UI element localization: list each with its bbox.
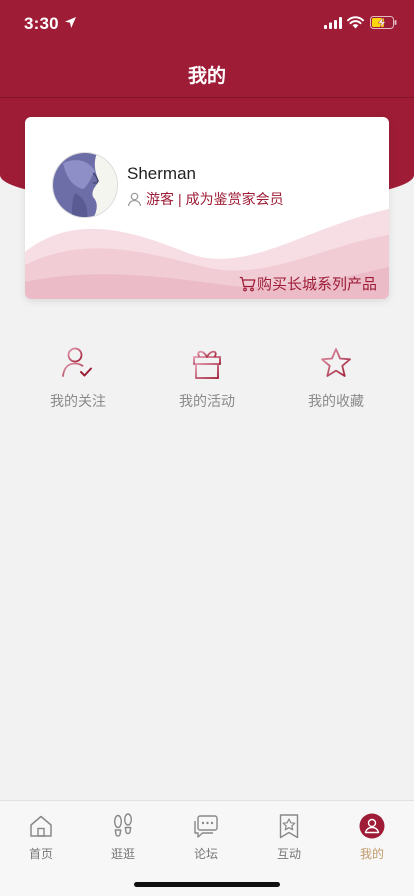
chat-icon	[194, 815, 218, 838]
profile-icon	[359, 813, 385, 839]
tab-mine-label: 我的	[359, 847, 384, 861]
tab-home[interactable]: 首页	[11, 813, 71, 862]
gift-icon	[193, 350, 221, 379]
my-activities-label: 我的活动	[179, 393, 235, 409]
buy-products-link[interactable]: 购买长城系列产品	[239, 273, 377, 294]
my-activities-button[interactable]: 我的活动	[152, 345, 262, 411]
user-role-label: 游客	[146, 191, 174, 207]
tab-browse-label: 逛逛	[110, 847, 135, 861]
username: Sherman	[127, 164, 196, 183]
avatar[interactable]	[52, 152, 118, 218]
my-follows-button[interactable]: 我的关注	[23, 345, 133, 411]
user-outline-icon	[127, 192, 142, 206]
home-indicator[interactable]	[134, 882, 280, 887]
star-icon	[321, 348, 351, 377]
tab-mine[interactable]: 我的	[342, 813, 402, 862]
my-favorites-label: 我的收藏	[308, 393, 364, 409]
tab-forum-label: 论坛	[193, 847, 218, 861]
page-title: 我的	[187, 66, 226, 87]
status-bar: 3:30	[0, 0, 414, 50]
tab-interact-label: 互动	[276, 847, 301, 861]
user-check-icon	[62, 347, 92, 377]
home-icon	[30, 815, 52, 837]
tab-home-label: 首页	[28, 847, 53, 861]
become-member-link[interactable]: 成为鉴赏家会员	[186, 189, 284, 209]
my-favorites-button[interactable]: 我的收藏	[281, 345, 391, 411]
my-follows-label: 我的关注	[50, 393, 106, 409]
bookmark-star-icon	[279, 814, 299, 839]
tab-forum[interactable]: 论坛	[176, 813, 236, 862]
tab-interact[interactable]: 互动	[259, 813, 319, 862]
battery-charging-icon	[370, 16, 397, 29]
buy-products-label: 购买长城系列产品	[256, 276, 377, 293]
wifi-icon	[347, 16, 364, 29]
header-divider	[0, 97, 414, 98]
cellular-signal-icon	[324, 17, 342, 29]
membership-row: 游客 | 成为鉴赏家会员	[127, 189, 284, 209]
shopping-cart-icon	[239, 276, 256, 291]
status-time: 3:30	[24, 14, 59, 33]
tab-browse[interactable]: 逛逛	[93, 813, 153, 862]
footprints-icon	[113, 813, 132, 837]
profile-card: Sherman 游客 | 成为鉴赏家会员 购买长城系列产品	[25, 117, 389, 299]
role-separator: |	[178, 191, 182, 207]
avatar-illustration-icon	[53, 153, 117, 217]
location-arrow-icon	[65, 17, 76, 28]
